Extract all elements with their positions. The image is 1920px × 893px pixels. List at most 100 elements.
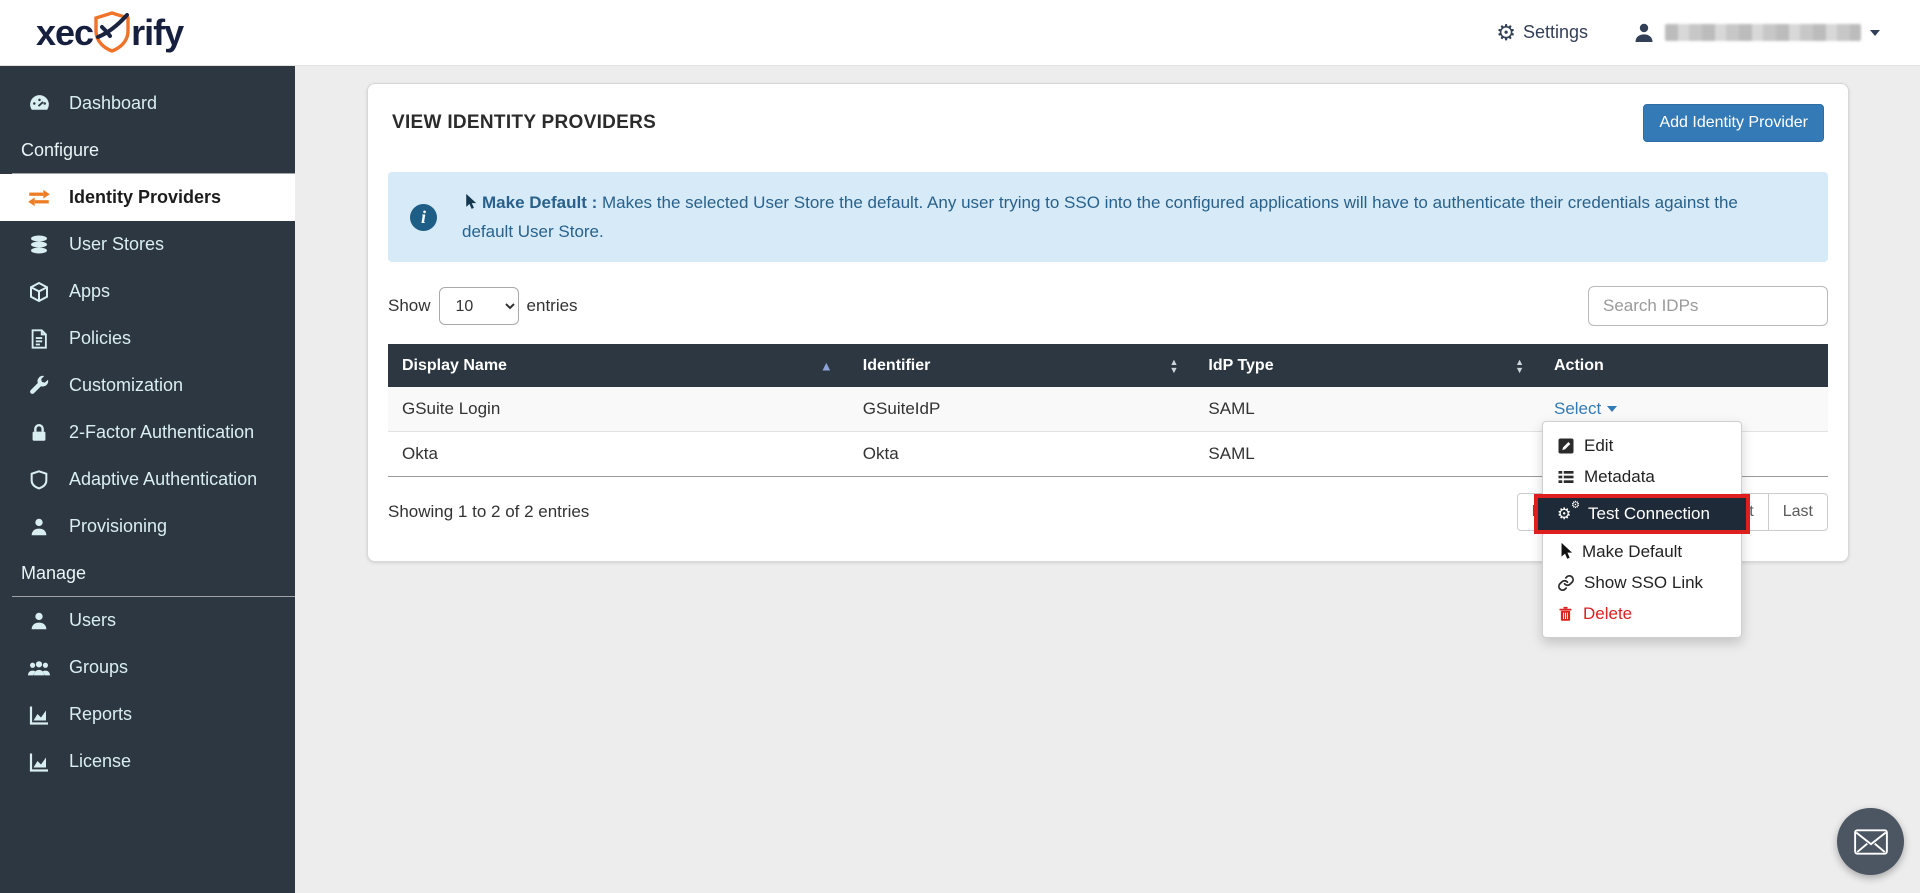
menu-item-test-connection[interactable]: ⚙⚙ Test Connection [1534, 494, 1750, 534]
info-banner-prefix: Make Default : [482, 193, 597, 212]
user-icon [1632, 21, 1656, 45]
sort-icon[interactable]: ▲▼ [1515, 358, 1524, 374]
exchange-icon [26, 185, 52, 211]
menu-item-delete[interactable]: Delete [1543, 598, 1741, 629]
wrench-icon [26, 374, 52, 398]
user-icon [26, 610, 52, 632]
select-action-dropdown-toggle[interactable]: Select [1554, 399, 1617, 419]
table-summary: Showing 1 to 2 of 2 entries [388, 502, 589, 522]
user-account-menu[interactable] [1632, 21, 1880, 45]
logo-text-right: rify [131, 12, 183, 54]
document-icon [26, 327, 52, 351]
user-icon [26, 516, 52, 538]
sidebar-item-label: 2-Factor Authentication [69, 422, 254, 443]
sidebar-item-label: Apps [69, 281, 110, 302]
sidebar-item-reports[interactable]: Reports [0, 691, 295, 738]
sidebar-item-users[interactable]: Users [0, 597, 295, 644]
dashboard-icon [26, 91, 52, 116]
pagination-last-button[interactable]: Last [1768, 493, 1828, 531]
sidebar-item-label: Dashboard [69, 93, 157, 114]
chevron-down-icon [1870, 30, 1880, 36]
sidebar-section-manage: Manage [0, 550, 295, 596]
cell-display-name: Okta [388, 432, 849, 477]
users-icon [26, 657, 52, 679]
column-header-identifier[interactable]: Identifier ▲▼ [849, 344, 1195, 387]
shield-icon [26, 468, 52, 492]
cell-idp-type: SAML [1194, 432, 1540, 477]
chart-icon [26, 703, 52, 727]
sidebar-item-label: Adaptive Authentication [69, 469, 257, 490]
chevron-down-icon [1607, 406, 1617, 412]
column-header-display-name[interactable]: Display Name ▲ [388, 344, 849, 387]
sidebar-item-dashboard[interactable]: Dashboard [0, 80, 295, 127]
show-label: Show [388, 296, 431, 316]
sidebar-item-label: User Stores [69, 234, 164, 255]
cell-identifier: GSuiteIdP [849, 387, 1195, 432]
sort-icon[interactable]: ▲▼ [1169, 358, 1178, 374]
menu-item-metadata[interactable]: Metadata [1543, 461, 1741, 492]
edit-icon [1557, 437, 1575, 455]
chart-icon [26, 750, 52, 774]
cogs-icon: ⚙⚙ [1557, 505, 1579, 523]
entries-label: entries [527, 296, 578, 316]
sidebar-item-policies[interactable]: Policies [0, 315, 295, 362]
settings-label: Settings [1523, 22, 1588, 43]
sidebar-section-configure: Configure [0, 127, 295, 173]
entries-per-page-select[interactable]: 10 [439, 287, 519, 325]
logo-text-left: xec [36, 12, 93, 54]
table-controls: Show 10 entries [388, 286, 1828, 326]
sidebar-item-license[interactable]: License [0, 738, 295, 785]
info-banner-text: Make Default : Makes the selected User S… [462, 190, 1792, 244]
sidebar-item-label: Groups [69, 657, 128, 678]
sort-asc-icon[interactable]: ▲ [820, 358, 833, 373]
sidebar-item-label: Provisioning [69, 516, 167, 537]
sidebar-item-2fa[interactable]: 2-Factor Authentication [0, 409, 295, 456]
add-identity-provider-button[interactable]: Add Identity Provider [1643, 104, 1824, 142]
sidebar-item-groups[interactable]: Groups [0, 644, 295, 691]
contact-chat-button[interactable] [1837, 808, 1904, 875]
sidebar-item-label: Policies [69, 328, 131, 349]
info-banner-body: Makes the selected User Store the defaul… [462, 193, 1738, 241]
search-input[interactable] [1588, 286, 1828, 326]
info-icon: i [410, 204, 437, 231]
sidebar-item-identity-providers[interactable]: Identity Providers [0, 174, 295, 221]
database-icon [26, 233, 52, 257]
column-header-idp-type[interactable]: IdP Type ▲▼ [1194, 344, 1540, 387]
sidebar-item-adaptive-auth[interactable]: Adaptive Authentication [0, 456, 295, 503]
trash-icon [1557, 605, 1574, 623]
cell-display-name: GSuite Login [388, 387, 849, 432]
lock-icon [26, 421, 52, 445]
page: xec rify ⚙ Settings [0, 0, 1920, 893]
cube-icon [26, 280, 52, 304]
cell-identifier: Okta [849, 432, 1195, 477]
sidebar-item-label: License [69, 751, 131, 772]
cell-idp-type: SAML [1194, 387, 1540, 432]
column-header-action: Action [1540, 344, 1828, 387]
pointer-icon [462, 193, 477, 219]
sidebar-item-label: Users [69, 610, 116, 631]
user-email-redacted [1665, 24, 1861, 41]
sidebar-item-user-stores[interactable]: User Stores [0, 221, 295, 268]
sidebar-item-label: Reports [69, 704, 132, 725]
menu-item-edit[interactable]: Edit [1543, 430, 1741, 461]
sidebar-item-label: Customization [69, 375, 183, 396]
sidebar-item-label: Identity Providers [69, 187, 221, 208]
menu-item-make-default[interactable]: Make Default [1543, 536, 1741, 567]
page-title: VIEW IDENTITY PROVIDERS [392, 112, 656, 134]
sidebar-item-apps[interactable]: Apps [0, 268, 295, 315]
top-bar: xec rify ⚙ Settings [0, 0, 1920, 66]
xecurify-logo[interactable]: xec rify [36, 11, 183, 55]
sidebar: Dashboard Configure Identity Providers U… [0, 66, 295, 893]
envelope-icon [1853, 827, 1889, 857]
gear-icon: ⚙ [1496, 22, 1516, 44]
menu-item-show-sso-link[interactable]: Show SSO Link [1543, 567, 1741, 598]
pointer-icon [1557, 542, 1573, 561]
sidebar-item-customization[interactable]: Customization [0, 362, 295, 409]
settings-button[interactable]: ⚙ Settings [1496, 22, 1588, 44]
shield-logo-icon [94, 11, 130, 53]
list-icon [1557, 468, 1575, 486]
action-dropdown-menu: Edit Metadata ⚙⚙ Test Connection Make De… [1542, 421, 1742, 638]
info-banner: i Make Default : Makes the selected User… [388, 172, 1828, 262]
link-icon [1557, 574, 1575, 592]
sidebar-item-provisioning[interactable]: Provisioning [0, 503, 295, 550]
